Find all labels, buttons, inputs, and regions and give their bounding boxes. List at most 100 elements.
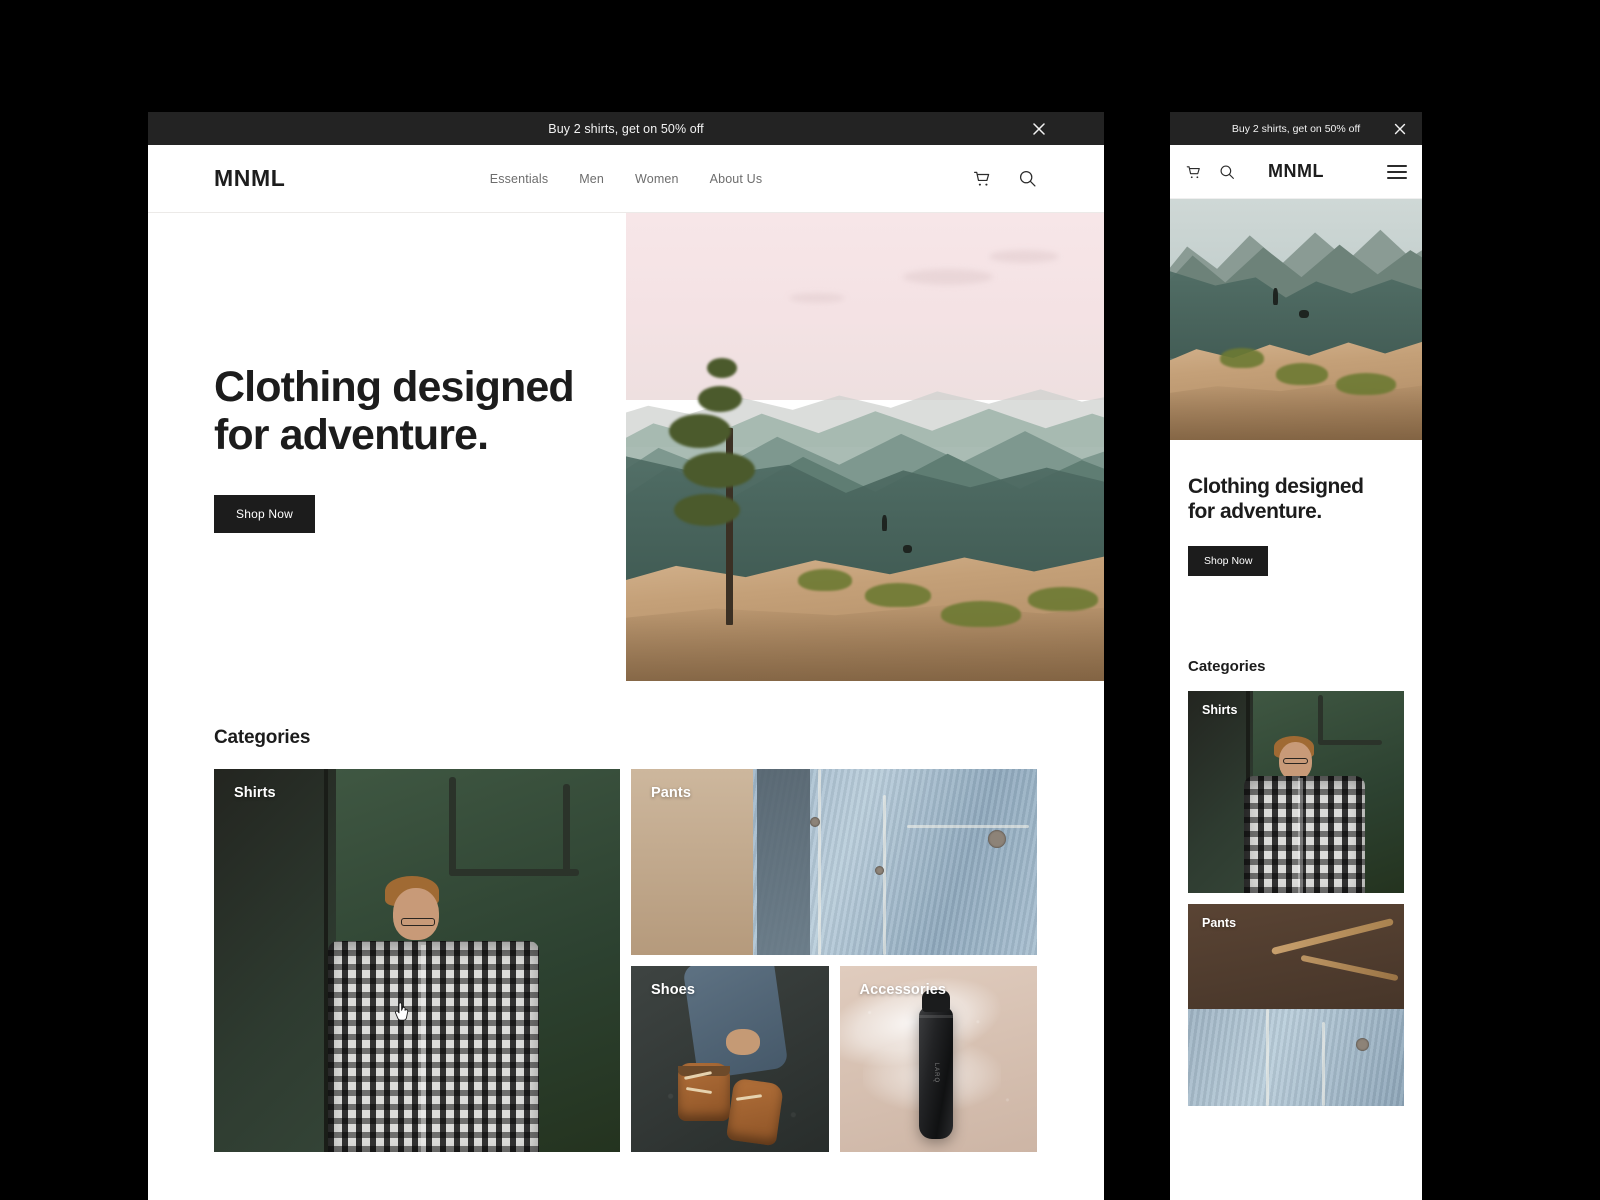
- shop-now-button[interactable]: Shop Now: [214, 495, 315, 534]
- shrub: [798, 568, 853, 591]
- tree-foliage: [697, 386, 742, 413]
- tree-foliage: [669, 414, 732, 449]
- nav-item-men[interactable]: Men: [579, 172, 604, 186]
- mobile-hero-image: [1170, 199, 1422, 440]
- mobile-hero-copy: Clothing designed for adventure. Shop No…: [1170, 440, 1422, 577]
- category-label: Shirts: [1202, 703, 1238, 718]
- nav-item-about-us[interactable]: About Us: [710, 172, 763, 186]
- screenshot-canvas: Buy 2 shirts, get on 50% off MNML Essent…: [0, 0, 1600, 1200]
- category-label: Accessories: [859, 982, 947, 998]
- pipe: [449, 868, 580, 876]
- header-actions: [972, 168, 1038, 189]
- category-card-shirts[interactable]: Shirts: [214, 769, 620, 1152]
- tree-foliage: [673, 493, 740, 526]
- brand-logo[interactable]: MNML: [1268, 161, 1324, 182]
- desktop-viewport: Buy 2 shirts, get on 50% off MNML Essent…: [148, 112, 1104, 1200]
- sky: [626, 213, 1104, 401]
- pipe: [1317, 695, 1323, 744]
- denim: [1188, 1009, 1404, 1107]
- hiker-standing: [1273, 288, 1279, 306]
- hiker-standing: [881, 514, 887, 531]
- category-card-shoes[interactable]: Shoes: [631, 966, 829, 1152]
- plaid-shirt: [1244, 776, 1366, 894]
- pipe: [1317, 739, 1383, 745]
- mobile-announcement-text: Buy 2 shirts, get on 50% off: [1231, 122, 1361, 135]
- water-bottle: LARQ: [919, 989, 954, 1139]
- shrub: [1027, 587, 1098, 612]
- categories-section: Categories Shirts Pants Shoes LARQ Acces…: [148, 681, 1104, 1152]
- category-label: Pants: [651, 785, 691, 801]
- seam: [907, 824, 1029, 828]
- hand: [725, 1029, 760, 1056]
- pants-image: [631, 769, 1037, 955]
- hamburger-line: [1387, 170, 1407, 173]
- nav-item-women[interactable]: Women: [635, 172, 679, 186]
- announcement-text: Buy 2 shirts, get on 50% off: [548, 121, 704, 136]
- search-icon[interactable]: [1218, 163, 1236, 181]
- category-card-pants[interactable]: Pants: [631, 769, 1037, 955]
- mobile-header-actions: [1185, 163, 1236, 181]
- search-icon[interactable]: [1017, 168, 1038, 189]
- shirt-placket: [421, 945, 427, 1152]
- category-label: Shoes: [651, 982, 696, 998]
- hero-image: [626, 213, 1104, 681]
- mobile-viewport: Buy 2 shirts, get on 50% off MNML Clothi…: [1170, 112, 1422, 1200]
- shrub: [1336, 372, 1397, 395]
- primary-navigation: Essentials Men Women About Us: [490, 172, 762, 186]
- shrub: [1275, 362, 1328, 385]
- boot-right: [725, 1078, 784, 1147]
- categories-title: Categories: [214, 727, 311, 748]
- glasses: [1283, 758, 1309, 765]
- seam: [882, 795, 886, 955]
- mountain-scene-art: [626, 213, 1104, 681]
- seam: [817, 769, 821, 955]
- shrub: [941, 601, 1022, 628]
- categories-small-row: Shoes LARQ Accessories: [631, 966, 1037, 1152]
- close-icon[interactable]: [1392, 121, 1408, 137]
- mobile-categories-section: Categories Shirts Pants: [1170, 576, 1422, 1107]
- desktop-header: MNML Essentials Men Women About Us: [148, 145, 1104, 213]
- hiker-sitting: [903, 545, 913, 554]
- cloud: [788, 292, 845, 303]
- glasses: [400, 918, 435, 927]
- category-card-pants[interactable]: Pants: [1188, 904, 1404, 1107]
- brand-logo[interactable]: MNML: [214, 165, 285, 192]
- mobile-announcement-bar: Buy 2 shirts, get on 50% off: [1170, 112, 1422, 145]
- close-icon[interactable]: [1030, 120, 1048, 138]
- pipe: [563, 784, 571, 877]
- shirts-image: [214, 769, 620, 1152]
- face: [392, 887, 439, 940]
- shrub: [865, 582, 931, 607]
- rivet: [809, 817, 820, 828]
- cliff-scene-art: [1170, 199, 1422, 440]
- shirts-image: [1188, 691, 1404, 894]
- mobile-categories-title: Categories: [1188, 658, 1266, 676]
- rivet: [874, 865, 884, 875]
- hamburger-line: [1387, 164, 1407, 167]
- hamburger-line: [1387, 176, 1407, 179]
- category-label: Pants: [1202, 916, 1237, 931]
- bottle-brand-mark: LARQ: [933, 1063, 940, 1084]
- category-card-shirts[interactable]: Shirts: [1188, 691, 1404, 894]
- shirt-placket: [1298, 778, 1304, 894]
- seam: [1321, 1021, 1325, 1107]
- shop-now-button[interactable]: Shop Now: [1188, 546, 1269, 577]
- pants-image: [1188, 904, 1404, 1107]
- mobile-hero-title: Clothing designed for adventure.: [1188, 475, 1364, 524]
- hiker-sitting: [1298, 309, 1309, 318]
- pipe: [449, 776, 457, 877]
- seam: [1265, 1009, 1269, 1107]
- denim-shadow: [756, 769, 810, 955]
- bottle-ring: [919, 1014, 954, 1018]
- hamburger-menu-icon[interactable]: [1387, 164, 1407, 179]
- category-card-accessories[interactable]: LARQ Accessories: [839, 966, 1037, 1152]
- announcement-bar: Buy 2 shirts, get on 50% off: [148, 112, 1104, 145]
- cart-icon[interactable]: [972, 168, 993, 189]
- plaid-shirt: [327, 941, 539, 1152]
- categories-grid: Shirts Pants Shoes LARQ Accessories: [214, 769, 1038, 1152]
- tree-foliage: [683, 451, 756, 488]
- mobile-header: MNML: [1170, 145, 1422, 199]
- shrub: [1220, 348, 1265, 369]
- cart-icon[interactable]: [1185, 163, 1203, 181]
- nav-item-essentials[interactable]: Essentials: [490, 172, 548, 186]
